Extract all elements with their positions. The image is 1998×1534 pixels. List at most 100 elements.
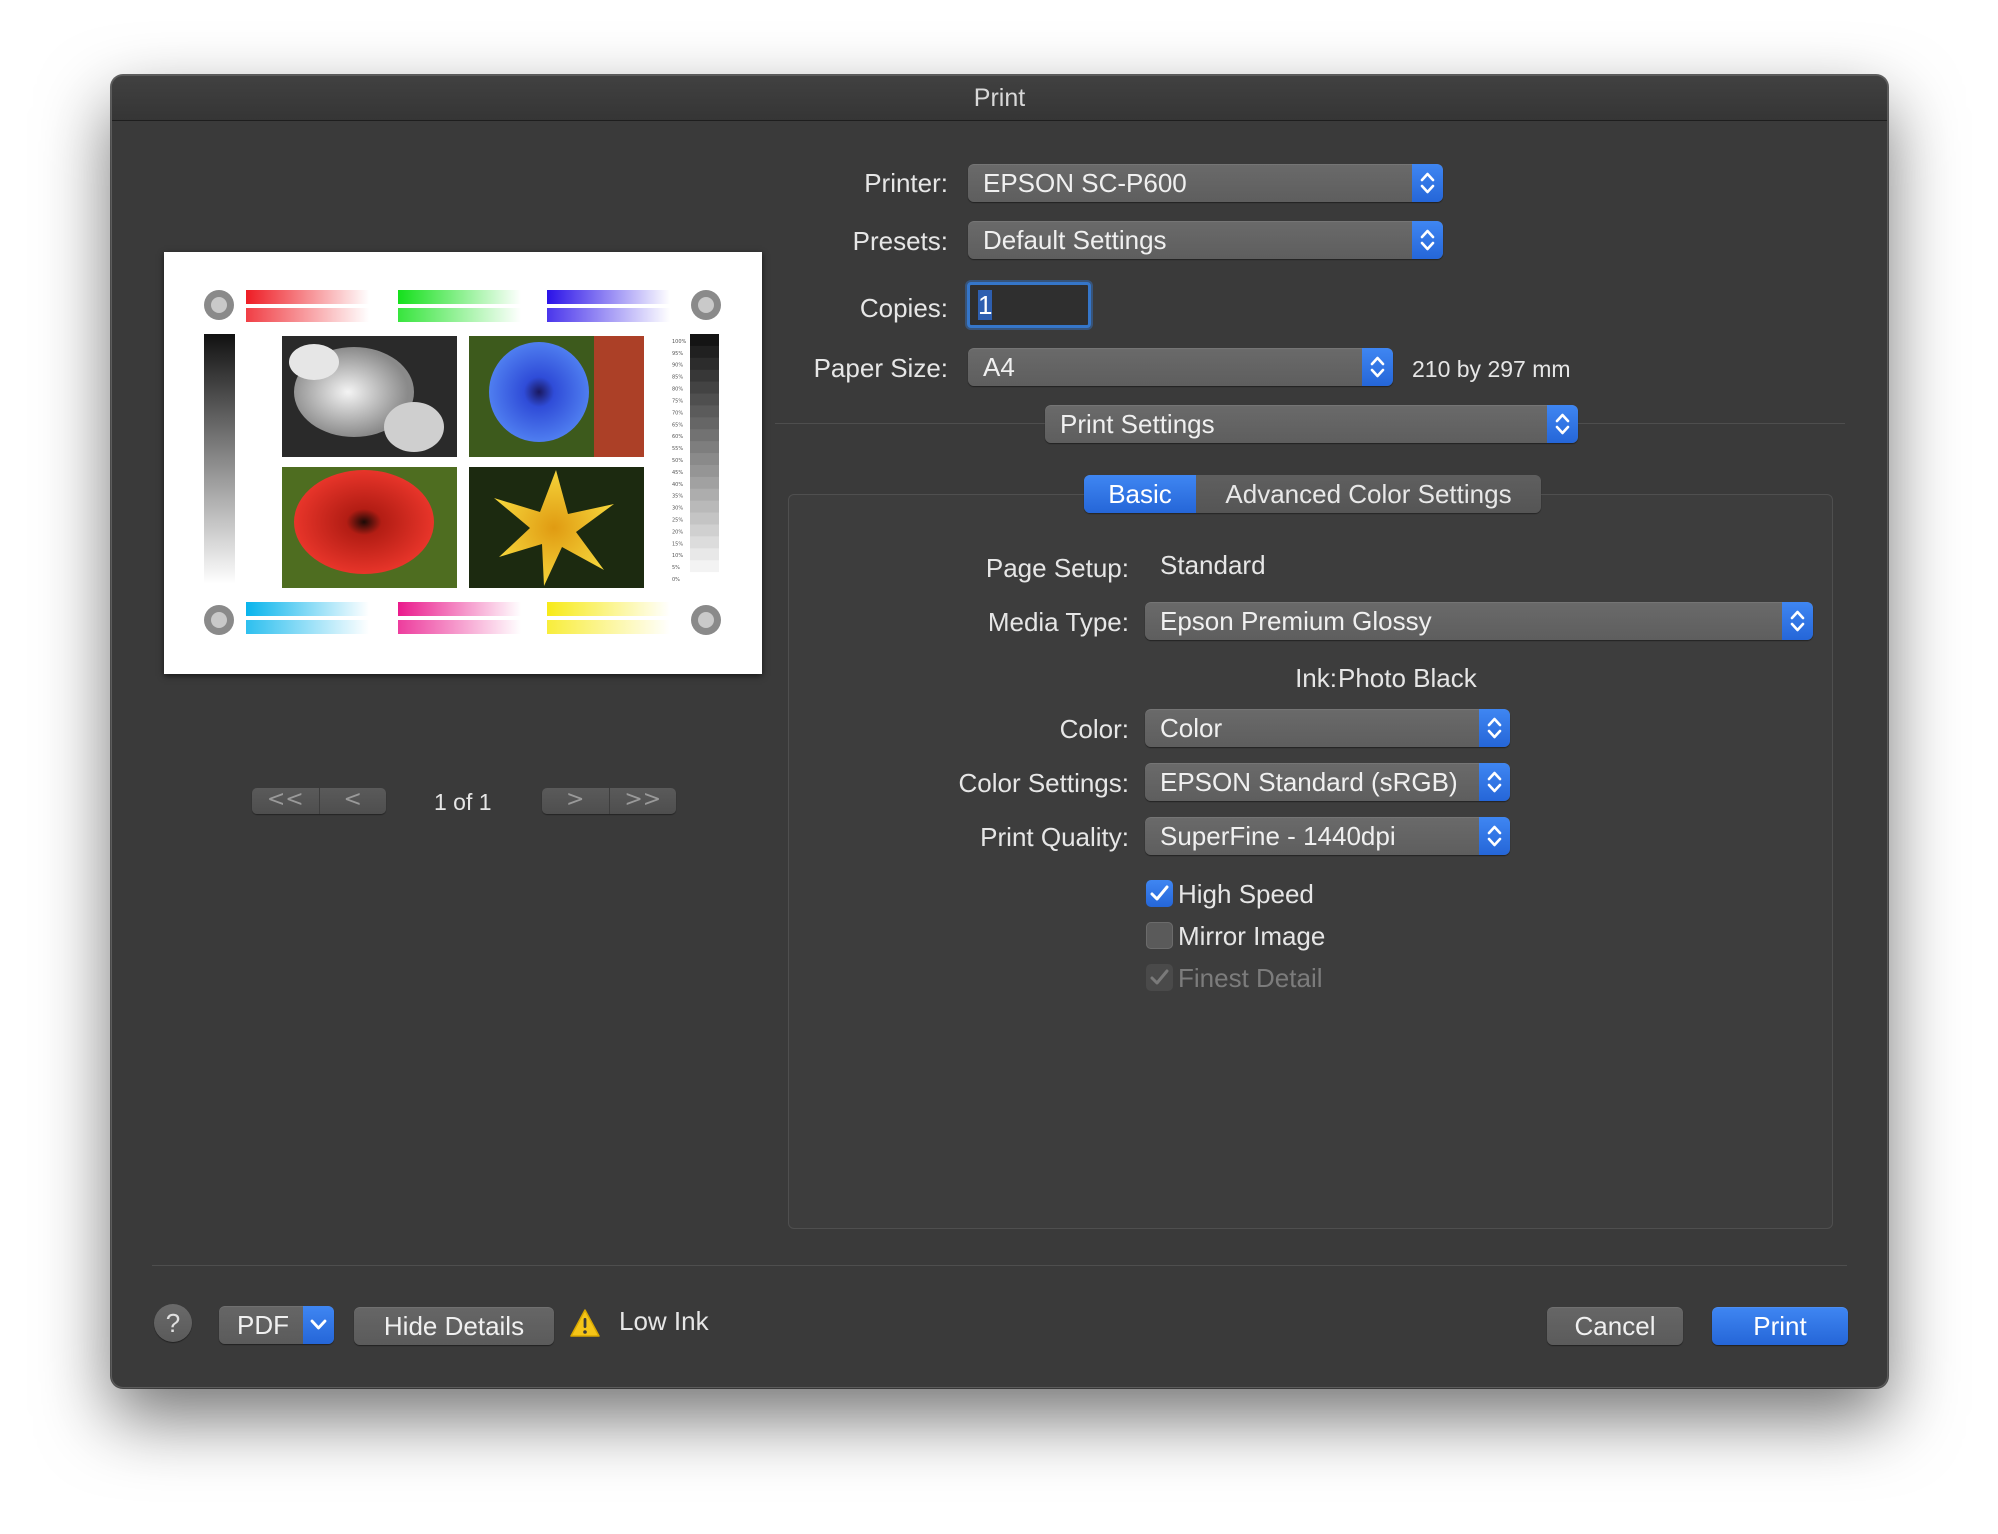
window-title: Print [112,76,1887,121]
color-label: Color: [1059,714,1129,744]
gray-step [690,512,719,525]
pager-back: << < [252,788,386,814]
page-setup-value: Standard [1160,550,1266,580]
paper-size-value: A4 [983,352,1015,382]
gray-step [690,405,719,418]
color-popup[interactable]: Color [1145,709,1510,747]
gray-step [690,429,719,442]
gray-step [690,464,719,478]
gray-step [690,334,719,347]
pdf-menu-button[interactable]: PDF [219,1306,334,1344]
gray-step-label: 70% [672,410,683,416]
gray-step [690,417,719,430]
presets-label: Presets: [852,226,948,256]
gray-step-label: 100% [672,339,687,345]
checkmark-icon [1150,969,1169,985]
finest-detail-label: Finest Detail [1178,963,1323,993]
copies-label: Copies: [859,293,948,323]
gray-step [690,369,719,383]
tab-basic[interactable]: Basic [1084,475,1196,513]
gray-step-label: 5% [672,565,680,571]
section-popup[interactable]: Print Settings [1045,405,1578,443]
gray-step-label: 35% [672,494,683,500]
gray-step-label: 50% [672,458,683,464]
paper-size-label: Paper Size: [813,353,948,383]
printer-label: Printer: [864,168,948,198]
gray-step [690,476,719,490]
gray-step-label: 30% [672,506,683,512]
print-quality-popup[interactable]: SuperFine - 1440dpi [1145,817,1510,855]
paper-size-popup[interactable]: A4 [968,348,1393,386]
gray-step-label: 85% [672,375,683,381]
finest-detail-checkbox [1146,964,1173,991]
ink-value: Photo Black [1338,663,1477,693]
gray-step-label: 80% [672,387,683,393]
gray-step-label: 60% [672,434,683,440]
gray-step [690,572,719,585]
media-type-label: Media Type: [987,607,1129,637]
color-settings-label: Color Settings: [958,768,1129,798]
color-settings-popup[interactable]: EPSON Standard (sRGB) [1145,763,1510,801]
printer-popup[interactable]: EPSON SC-P600 [968,164,1443,202]
print-button[interactable]: Print [1712,1307,1848,1345]
updown-chevron-icon [1412,221,1443,259]
print-quality-value: SuperFine - 1440dpi [1160,821,1396,851]
ink-label: Ink: [1295,663,1337,693]
copies-input[interactable]: 1 [967,282,1091,328]
media-type-value: Epson Premium Glossy [1160,606,1432,636]
help-icon: ? [165,1308,181,1338]
tab-advanced-color-settings[interactable]: Advanced Color Settings [1196,475,1541,513]
checkmark-icon [1150,885,1169,901]
gray-step [690,357,719,371]
gray-step [690,441,719,454]
presets-popup[interactable]: Default Settings [968,221,1443,259]
gray-step-label: 15% [672,541,683,547]
gray-step [690,393,719,406]
warning-icon [570,1309,600,1337]
low-ink-warning: Low Ink [619,1306,709,1336]
page-indicator: 1 of 1 [434,789,492,815]
gray-step [690,488,719,502]
printer-value: EPSON SC-P600 [983,168,1187,198]
next-page-button[interactable]: > [542,788,609,814]
cancel-button[interactable]: Cancel [1547,1307,1683,1345]
chevron-down-icon [303,1306,334,1344]
updown-chevron-icon [1362,348,1393,386]
gray-step [690,524,719,537]
updown-chevron-icon [1479,763,1510,801]
updown-chevron-icon [1412,164,1443,202]
gray-step [690,536,719,549]
gray-step-label: 10% [672,553,683,559]
gray-step-label: 90% [672,363,683,369]
high-speed-label[interactable]: High Speed [1178,879,1314,910]
help-button[interactable]: ? [154,1304,192,1342]
gray-step [690,453,719,466]
gray-step [690,548,719,561]
mirror-image-label[interactable]: Mirror Image [1178,921,1325,952]
gray-step [690,560,719,573]
page-setup-label: Page Setup: [985,553,1129,583]
gray-step [690,500,719,514]
preview-page-image: 100% 95% 90% 85% 80% 75% 70% 65% 60% 55% 50% 45% 40%… [204,290,721,635]
gray-step-label: 45% [672,470,683,476]
paper-dimensions: 210 by 297 mm [1412,356,1571,382]
gray-step [690,345,719,359]
print-dialog: Print 100% 95% 90% 85% 80% 75% 70% 65% 6… [111,75,1888,1388]
high-speed-checkbox[interactable] [1146,880,1173,907]
gray-step-label: 65% [672,422,683,428]
media-type-popup[interactable]: Epson Premium Glossy [1145,602,1813,640]
presets-value: Default Settings [983,225,1167,255]
mirror-image-checkbox[interactable] [1146,922,1173,949]
first-page-button[interactable]: << [252,788,319,814]
gray-step-label: 0% [672,577,680,583]
gray-step-label: 75% [672,398,683,404]
hide-details-button[interactable]: Hide Details [354,1307,554,1345]
updown-chevron-icon [1479,709,1510,747]
section-value: Print Settings [1060,409,1215,439]
gray-step-label: 95% [672,351,683,357]
gray-step-label: 40% [672,482,683,488]
previous-page-button[interactable]: < [318,788,387,814]
last-page-button[interactable]: >> [608,788,677,814]
print-preview: 100% 95% 90% 85% 80% 75% 70% 65% 60% 55% 50% 45% 40%… [164,252,762,674]
pdf-label: PDF [237,1310,289,1340]
